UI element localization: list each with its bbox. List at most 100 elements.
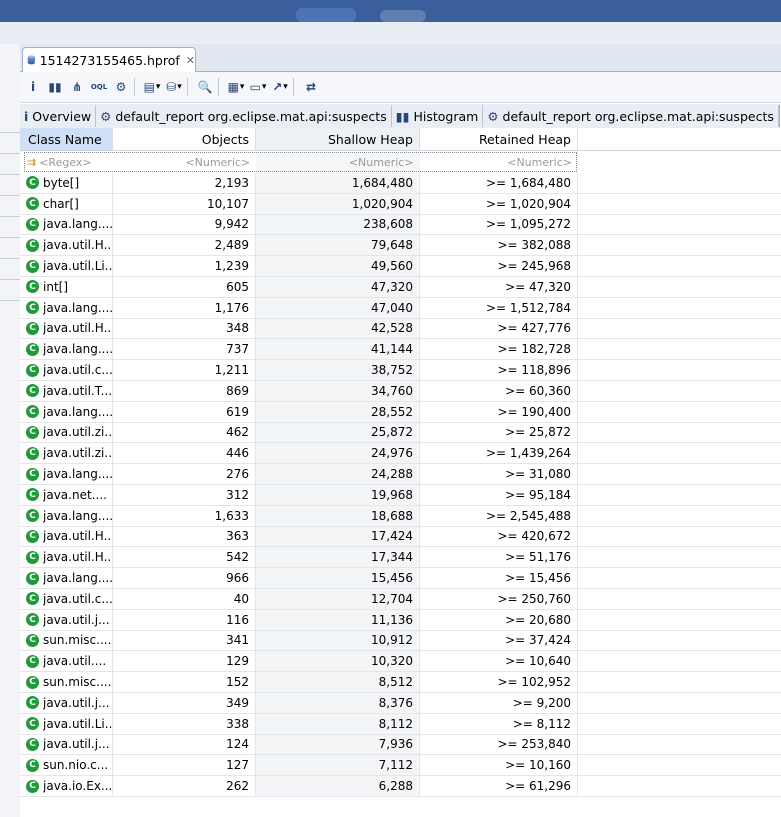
info-icon: i [30, 80, 36, 94]
table-row[interactable]: Cbyte[] 2,193 1,684,480 >= 1,684,480 [20, 173, 781, 194]
table-row[interactable]: Cjava.util.Li... 338 8,112 >= 8,112 [20, 713, 781, 735]
query-tab-label: Overview [32, 108, 92, 124]
run-report-button[interactable]: ▤ [143, 78, 161, 96]
query-tab-3[interactable]: ⚙ default_report org.eclipse.mat.api:susp… [483, 105, 779, 127]
search-button[interactable]: 🔍 [196, 78, 214, 96]
table-row[interactable]: Cjava.util.Li... 1,239 49,560 >= 245,968 [20, 256, 781, 277]
filter-row: ⇉ <Regex> <Numeric> <Numeric> <Numeric> [24, 152, 577, 172]
cell-class-name: Cjava.util.zi... [20, 443, 113, 464]
column-header-class-name[interactable]: Class Name [20, 128, 113, 150]
filter-class-name[interactable]: ⇉ <Regex> [25, 153, 114, 171]
calculate-button[interactable]: ▭ [249, 78, 267, 96]
cell-shallow-heap: 10,320 [256, 651, 420, 672]
cell-shallow-heap: 24,288 [256, 464, 420, 484]
table-row[interactable]: Cjava.util.j... 116 11,136 >= 20,680 [20, 609, 781, 631]
table-row[interactable]: Cjava.lang.... 276 24,288 >= 31,080 [20, 464, 781, 485]
table-row[interactable]: Cjava.net.... 312 19,968 >= 95,184 [20, 484, 781, 506]
table-row[interactable]: Csun.nio.c... 127 7,112 >= 10,160 [20, 755, 781, 777]
cell-retained-heap: >= 420,672 [420, 526, 578, 547]
table-row[interactable]: Cjava.util.c... 40 12,704 >= 250,760 [20, 588, 781, 610]
table-row[interactable]: Cjava.io.Ex... 262 6,288 >= 61,296 [20, 776, 781, 797]
column-header-objects[interactable]: Objects [113, 128, 256, 150]
compare-button[interactable]: ⇄ [302, 78, 320, 96]
class-name-text: sun.nio.c... [43, 758, 109, 773]
class-icon: C [26, 280, 39, 294]
table-row[interactable]: Cjava.lang.... 966 15,456 >= 15,456 [20, 568, 781, 589]
cell-shallow-heap: 8,112 [256, 713, 420, 734]
report-icon: ⚙ [100, 108, 112, 124]
cell-objects: 276 [113, 464, 256, 484]
cell-class-name: Cjava.util.H... [20, 526, 113, 547]
toolbar-separator [293, 78, 294, 96]
oql-button[interactable]: OQL [90, 78, 108, 96]
filter-shallow-heap[interactable]: <Numeric> [256, 153, 420, 171]
column-header-retained-heap[interactable]: Retained Heap [420, 128, 578, 150]
class-name-text: sun.misc.... [43, 633, 112, 648]
class-name-text: java.lang.... [43, 508, 112, 523]
table-row[interactable]: Cjava.lang.... 9,942 238,608 >= 1,095,272 [20, 214, 781, 236]
class-name-text: char[] [43, 196, 79, 211]
table-row[interactable]: Cjava.util.H... 363 17,424 >= 420,672 [20, 526, 781, 548]
class-icon: C [26, 613, 39, 627]
table-row[interactable]: Csun.misc.... 152 8,512 >= 102,952 [20, 672, 781, 693]
table-row[interactable]: Cjava.util.H... 2,489 79,648 >= 382,088 [20, 235, 781, 257]
class-name-text: java.lang.... [43, 342, 112, 357]
query-tab-2[interactable]: ▮▮ Histogram [392, 105, 484, 127]
cell-objects: 2,489 [113, 235, 256, 256]
table-row[interactable]: Cjava.lang.... 1,633 18,688 >= 2,545,488 [20, 505, 781, 527]
table-row[interactable]: Cchar[] 10,107 1,020,904 >= 1,020,904 [20, 193, 781, 215]
table-row[interactable]: Cjava.util.H... 542 17,344 >= 51,176 [20, 547, 781, 569]
table-row[interactable]: Cjava.util.j... 349 8,376 >= 9,200 [20, 692, 781, 714]
class-icon: C [26, 342, 39, 356]
table-row[interactable]: Cjava.util.T... 869 34,760 >= 60,360 [20, 380, 781, 402]
cell-objects: 1,633 [113, 505, 256, 526]
table-row[interactable]: Cjava.util.zi... 462 25,872 >= 25,872 [20, 422, 781, 444]
cell-shallow-heap: 18,688 [256, 505, 420, 526]
class-icon: C [26, 467, 39, 481]
export-button[interactable]: ↗ [271, 78, 289, 96]
cell-retained-heap: >= 190,400 [420, 401, 578, 422]
histogram-button[interactable]: ▮▮ [46, 78, 64, 96]
class-name-text: java.util.H... [43, 529, 112, 544]
query-browser-button[interactable]: ⛁ [165, 78, 183, 96]
cell-objects: 462 [113, 422, 256, 443]
class-icon: C [26, 633, 39, 647]
table-row[interactable]: Cjava.util.... 129 10,320 >= 10,640 [20, 651, 781, 673]
column-header-shallow-heap[interactable]: Shallow Heap [256, 128, 420, 150]
table-row[interactable]: Cjava.lang.... 737 41,144 >= 182,728 [20, 339, 781, 361]
query-tab-1[interactable]: ⚙ default_report org.eclipse.mat.api:susp… [96, 105, 392, 127]
table-row[interactable]: Cjava.lang.... 619 28,552 >= 190,400 [20, 401, 781, 423]
table-row[interactable]: Cjava.util.j... 124 7,936 >= 253,840 [20, 734, 781, 756]
cell-retained-heap: >= 8,112 [420, 713, 578, 734]
cell-objects: 1,239 [113, 256, 256, 276]
class-icon: C [26, 405, 39, 419]
class-icon: C [26, 592, 39, 606]
class-name-text: java.util.zi... [43, 425, 112, 440]
class-name-text: java.util.H... [43, 321, 112, 336]
group-by-button[interactable]: ▦ [227, 78, 245, 96]
editor-tab-hprof[interactable]: 1514273155465.hprof ✕ [22, 47, 196, 72]
cell-objects: 605 [113, 276, 256, 297]
table-row[interactable]: Cint[] 605 47,320 >= 47,320 [20, 276, 781, 298]
class-icon: C [26, 384, 39, 398]
cell-shallow-heap: 17,424 [256, 526, 420, 547]
cell-objects: 737 [113, 339, 256, 360]
cell-shallow-heap: 79,648 [256, 235, 420, 256]
cell-retained-heap: >= 9,200 [420, 692, 578, 713]
cell-retained-heap: >= 253,840 [420, 734, 578, 755]
filter-retained-heap[interactable]: <Numeric> [420, 153, 576, 171]
table-row[interactable]: Cjava.util.zi... 446 24,976 >= 1,439,264 [20, 443, 781, 465]
info-button[interactable]: i [24, 78, 42, 96]
cell-shallow-heap: 25,872 [256, 422, 420, 443]
filter-objects[interactable]: <Numeric> [114, 153, 256, 171]
table-row[interactable]: Cjava.util.c... 1,211 38,752 >= 118,896 [20, 360, 781, 381]
table-row[interactable]: Cjava.util.H... 348 42,528 >= 427,776 [20, 318, 781, 340]
dominator-tree-button[interactable]: ⋔ [68, 78, 86, 96]
close-icon[interactable]: ✕ [186, 54, 195, 67]
query-tab-0[interactable]: i Overview [20, 105, 97, 127]
thread-overview-button[interactable]: ⚙ [112, 78, 130, 96]
table-row[interactable]: Csun.misc.... 341 10,912 >= 37,424 [20, 630, 781, 652]
table-row[interactable]: Cjava.lang.... 1,176 47,040 >= 1,512,784 [20, 297, 781, 319]
cell-objects: 312 [113, 484, 256, 505]
cell-shallow-heap: 49,560 [256, 256, 420, 276]
